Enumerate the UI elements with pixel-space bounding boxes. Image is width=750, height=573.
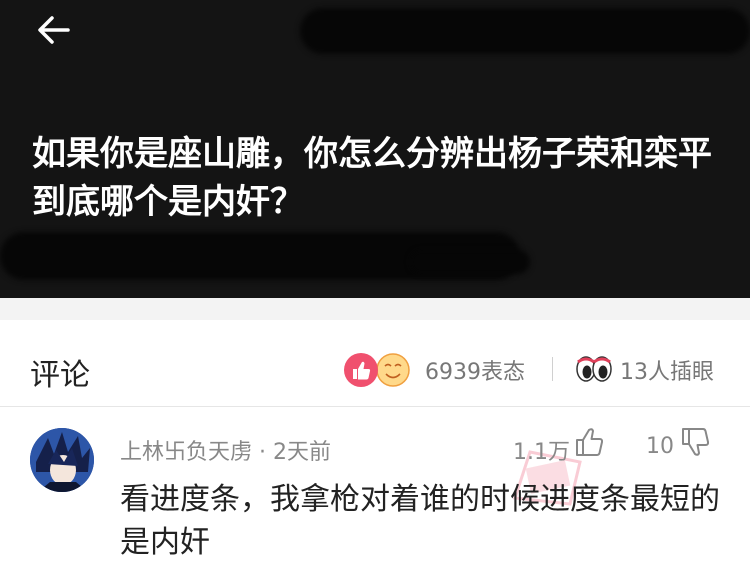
section-gap xyxy=(0,298,750,320)
thumbs-up-icon[interactable] xyxy=(574,426,604,458)
thumbs-up-icon xyxy=(344,353,378,387)
comments-label: 评论 xyxy=(30,358,90,393)
avatar-image xyxy=(30,428,94,492)
comment-item: 上林卐负天虏 · 2天前 1.1万 10 看进度条，我拿枪对着谁的时候进度条最短… xyxy=(0,406,750,573)
divider xyxy=(552,357,553,381)
smile-emoji-icon xyxy=(376,353,410,387)
thumbs-down-icon[interactable] xyxy=(680,426,710,458)
views-count: 13人插眼 xyxy=(620,360,714,385)
reactions-count: 6939表态 xyxy=(425,360,525,385)
dislike-count: 10 xyxy=(646,434,674,459)
question-header: 如果你是座山雕，你怎么分辨出杨子荣和栾平到底哪个是内奸？ xyxy=(0,0,750,298)
redaction-mark xyxy=(300,8,750,54)
comment-author-meta: 上林卐负天虏 · 2天前 xyxy=(120,440,331,465)
arrow-left-icon xyxy=(38,16,70,44)
question-title: 如果你是座山雕，你怎么分辨出杨子荣和栾平到底哪个是内奸？ xyxy=(32,134,712,222)
avatar[interactable] xyxy=(30,428,94,492)
reactions-button[interactable] xyxy=(343,352,413,388)
comment-text: 看进度条，我拿枪对着谁的时候进度条最短的是内奸 xyxy=(120,482,720,560)
redaction-mark xyxy=(410,250,530,274)
like-count: 1.1万 xyxy=(513,440,570,465)
eyes-icon[interactable] xyxy=(575,354,613,384)
back-button[interactable] xyxy=(30,8,80,52)
